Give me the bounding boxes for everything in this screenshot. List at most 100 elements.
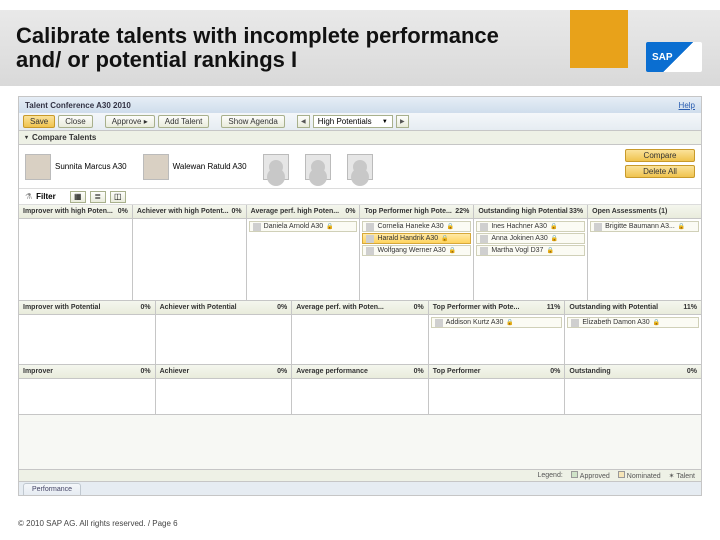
lock-icon: 🔒 — [678, 223, 685, 230]
grid-cell-header: Top Performer with Pote...11% — [429, 301, 565, 315]
next-button[interactable]: ▶ — [396, 115, 409, 128]
grid-cell[interactable]: Improver0% — [19, 365, 156, 414]
avatar — [25, 154, 51, 180]
talent-chip[interactable]: Cornelia Haneke A30🔒 — [362, 221, 471, 232]
chip-label: Anna Jokinen A30 — [491, 235, 547, 242]
cell-percent: 0% — [277, 304, 287, 311]
grid-cell[interactable]: Top Performer with Pote...11% Addison Kur… — [429, 301, 566, 364]
add-talent-button[interactable]: Add Talent — [158, 115, 210, 128]
person-icon — [366, 235, 374, 243]
view-chart-button[interactable]: ◫ — [110, 191, 126, 203]
talent-chip[interactable]: Anna Jokinen A30🔒 — [476, 233, 585, 244]
talent-chip[interactable]: Harald Handrik A30🔒 — [362, 233, 471, 244]
talent-card[interactable]: Sunnita Marcus A30 — [25, 154, 127, 180]
view-grid-button[interactable]: ▦ — [70, 191, 86, 203]
cell-title: Outstanding with Potential — [569, 304, 658, 311]
grid-cell-header: Average performance0% — [292, 365, 428, 379]
grid-cell[interactable]: Achiever with Potential0% — [156, 301, 293, 364]
slide-title: Calibrate talents with incomplete perfor… — [0, 24, 510, 72]
talent-name: Walewan Ratuld A30 — [173, 162, 247, 171]
grid-cell-body — [292, 315, 428, 364]
talent-chip[interactable]: Addison Kurtz A30🔒 — [431, 317, 563, 328]
grid-cell[interactable]: Outstanding high Potential33%Ines Hachne… — [474, 205, 588, 300]
talent-placeholder[interactable] — [347, 154, 373, 180]
grid-cell[interactable]: Improver with high Poten...0% — [19, 205, 133, 300]
funnel-icon: ⚗ — [25, 192, 32, 201]
approve-button[interactable]: Approve ▸ — [105, 115, 155, 128]
legend-nominated: Nominated — [627, 473, 661, 480]
grid-cell-body — [156, 315, 292, 364]
close-button[interactable]: Close — [58, 115, 92, 128]
chip-label: Elizabeth Damon A30 — [582, 319, 649, 326]
sap-logo: SAP — [646, 42, 702, 72]
chip-label: Martha Vogl D37 — [491, 247, 543, 254]
grid-icon: ▦ — [74, 192, 82, 201]
talent-chip[interactable]: Elizabeth Damon A30🔒 — [567, 317, 699, 328]
cell-percent: 0% — [345, 208, 355, 215]
cell-title: Average perf. with Poten... — [296, 304, 384, 311]
delete-all-button[interactable]: Delete All — [625, 165, 695, 178]
grid-cell-header: Average perf. high Poten...0% — [247, 205, 360, 219]
cell-title: Top Performer with Pote... — [433, 304, 520, 311]
compare-section-header[interactable]: ▾ Compare Talents — [19, 131, 701, 145]
talent-placeholder[interactable] — [263, 154, 289, 180]
person-icon — [480, 247, 488, 255]
grid-cell[interactable]: Average perf. with Poten... 0% — [292, 301, 429, 364]
cell-percent: 0% — [414, 368, 424, 375]
grid-cell[interactable]: Average perf. high Poten...0% Daniela Arn… — [247, 205, 361, 300]
talent-chip[interactable]: Ines Hachner A30🔒 — [476, 221, 585, 232]
legend: Legend: Approved Nominated ✶ Talent — [19, 469, 701, 481]
grid-cell-header: Average perf. with Poten... 0% — [292, 301, 428, 315]
cell-title: Top Performer — [433, 368, 481, 375]
talent-chip[interactable]: Martha Vogl D37🔒 — [476, 245, 585, 256]
legend-swatch — [571, 471, 578, 478]
potential-dropdown[interactable]: High Potentials ▼ — [313, 115, 393, 128]
grid-cell[interactable]: Improver with Potential0% — [19, 301, 156, 364]
grid-cell-body: Daniela Arnold A30🔒 — [247, 219, 360, 300]
compare-button[interactable]: Compare — [625, 149, 695, 162]
person-icon — [435, 319, 443, 327]
grid-cell[interactable]: Open Assessments (1) Brigitte Baumann A3.… — [588, 205, 701, 300]
grid-cell[interactable]: Average performance0% — [292, 365, 429, 414]
help-link[interactable]: Help — [679, 101, 695, 110]
grid-cell-header: Outstanding with Potential11% — [565, 301, 701, 315]
lock-icon: 🔒 — [326, 223, 333, 230]
talent-placeholder[interactable] — [305, 154, 331, 180]
person-icon — [366, 247, 374, 255]
toolbar: Save Close Approve ▸ Add Talent Show Age… — [19, 113, 701, 131]
slide-footer: © 2010 SAP AG. All rights reserved. / Pa… — [18, 519, 178, 528]
grid-cell-header: Top Performer0% — [429, 365, 565, 379]
show-agenda-button[interactable]: Show Agenda — [221, 115, 284, 128]
cell-title: Top Performer high Pote... — [364, 208, 451, 215]
talent-chip[interactable]: Daniela Arnold A30🔒 — [249, 221, 358, 232]
talent-chip[interactable]: Wolfgang Werner A30🔒 — [362, 245, 471, 256]
prev-button[interactable]: ◀ — [297, 115, 310, 128]
chevron-right-icon: ▶ — [400, 118, 405, 125]
avatar — [143, 154, 169, 180]
grid-cell[interactable]: Outstanding0% — [565, 365, 701, 414]
save-button[interactable]: Save — [23, 115, 55, 128]
tab-performance[interactable]: Performance — [23, 483, 81, 495]
person-icon — [571, 319, 579, 327]
chip-label: Daniela Arnold A30 — [264, 223, 324, 230]
legend-swatch — [618, 471, 625, 478]
grid-cell-body: Addison Kurtz A30🔒 — [429, 315, 565, 364]
grid-cell[interactable]: Achiever0% — [156, 365, 293, 414]
window-title: Talent Conference A30 2010 — [25, 101, 131, 110]
talent-chip[interactable]: Brigitte Baumann A3...🔒 — [590, 221, 699, 232]
grid-cell-header: Achiever with Potential0% — [156, 301, 292, 315]
grid-cell-header: Open Assessments (1) — [588, 205, 701, 219]
view-list-button[interactable]: ≣ — [90, 191, 106, 203]
grid-cell[interactable]: Top Performer high Pote...22%Cornelia Ha… — [360, 205, 474, 300]
grid-cell[interactable]: Top Performer0% — [429, 365, 566, 414]
chip-label: Ines Hachner A30 — [491, 223, 547, 230]
grid-cell-body — [19, 219, 132, 300]
chip-label: Harald Handrik A30 — [377, 235, 438, 242]
person-icon — [253, 223, 261, 231]
grid-cell[interactable]: Achiever with high Potent...0% — [133, 205, 247, 300]
grid-cell[interactable]: Outstanding with Potential11% Elizabeth D… — [565, 301, 701, 364]
lock-icon: 🔒 — [506, 319, 513, 326]
talent-card[interactable]: Walewan Ratuld A30 — [143, 154, 247, 180]
cell-percent: 0% — [414, 304, 424, 311]
lock-icon: 🔒 — [447, 223, 454, 230]
